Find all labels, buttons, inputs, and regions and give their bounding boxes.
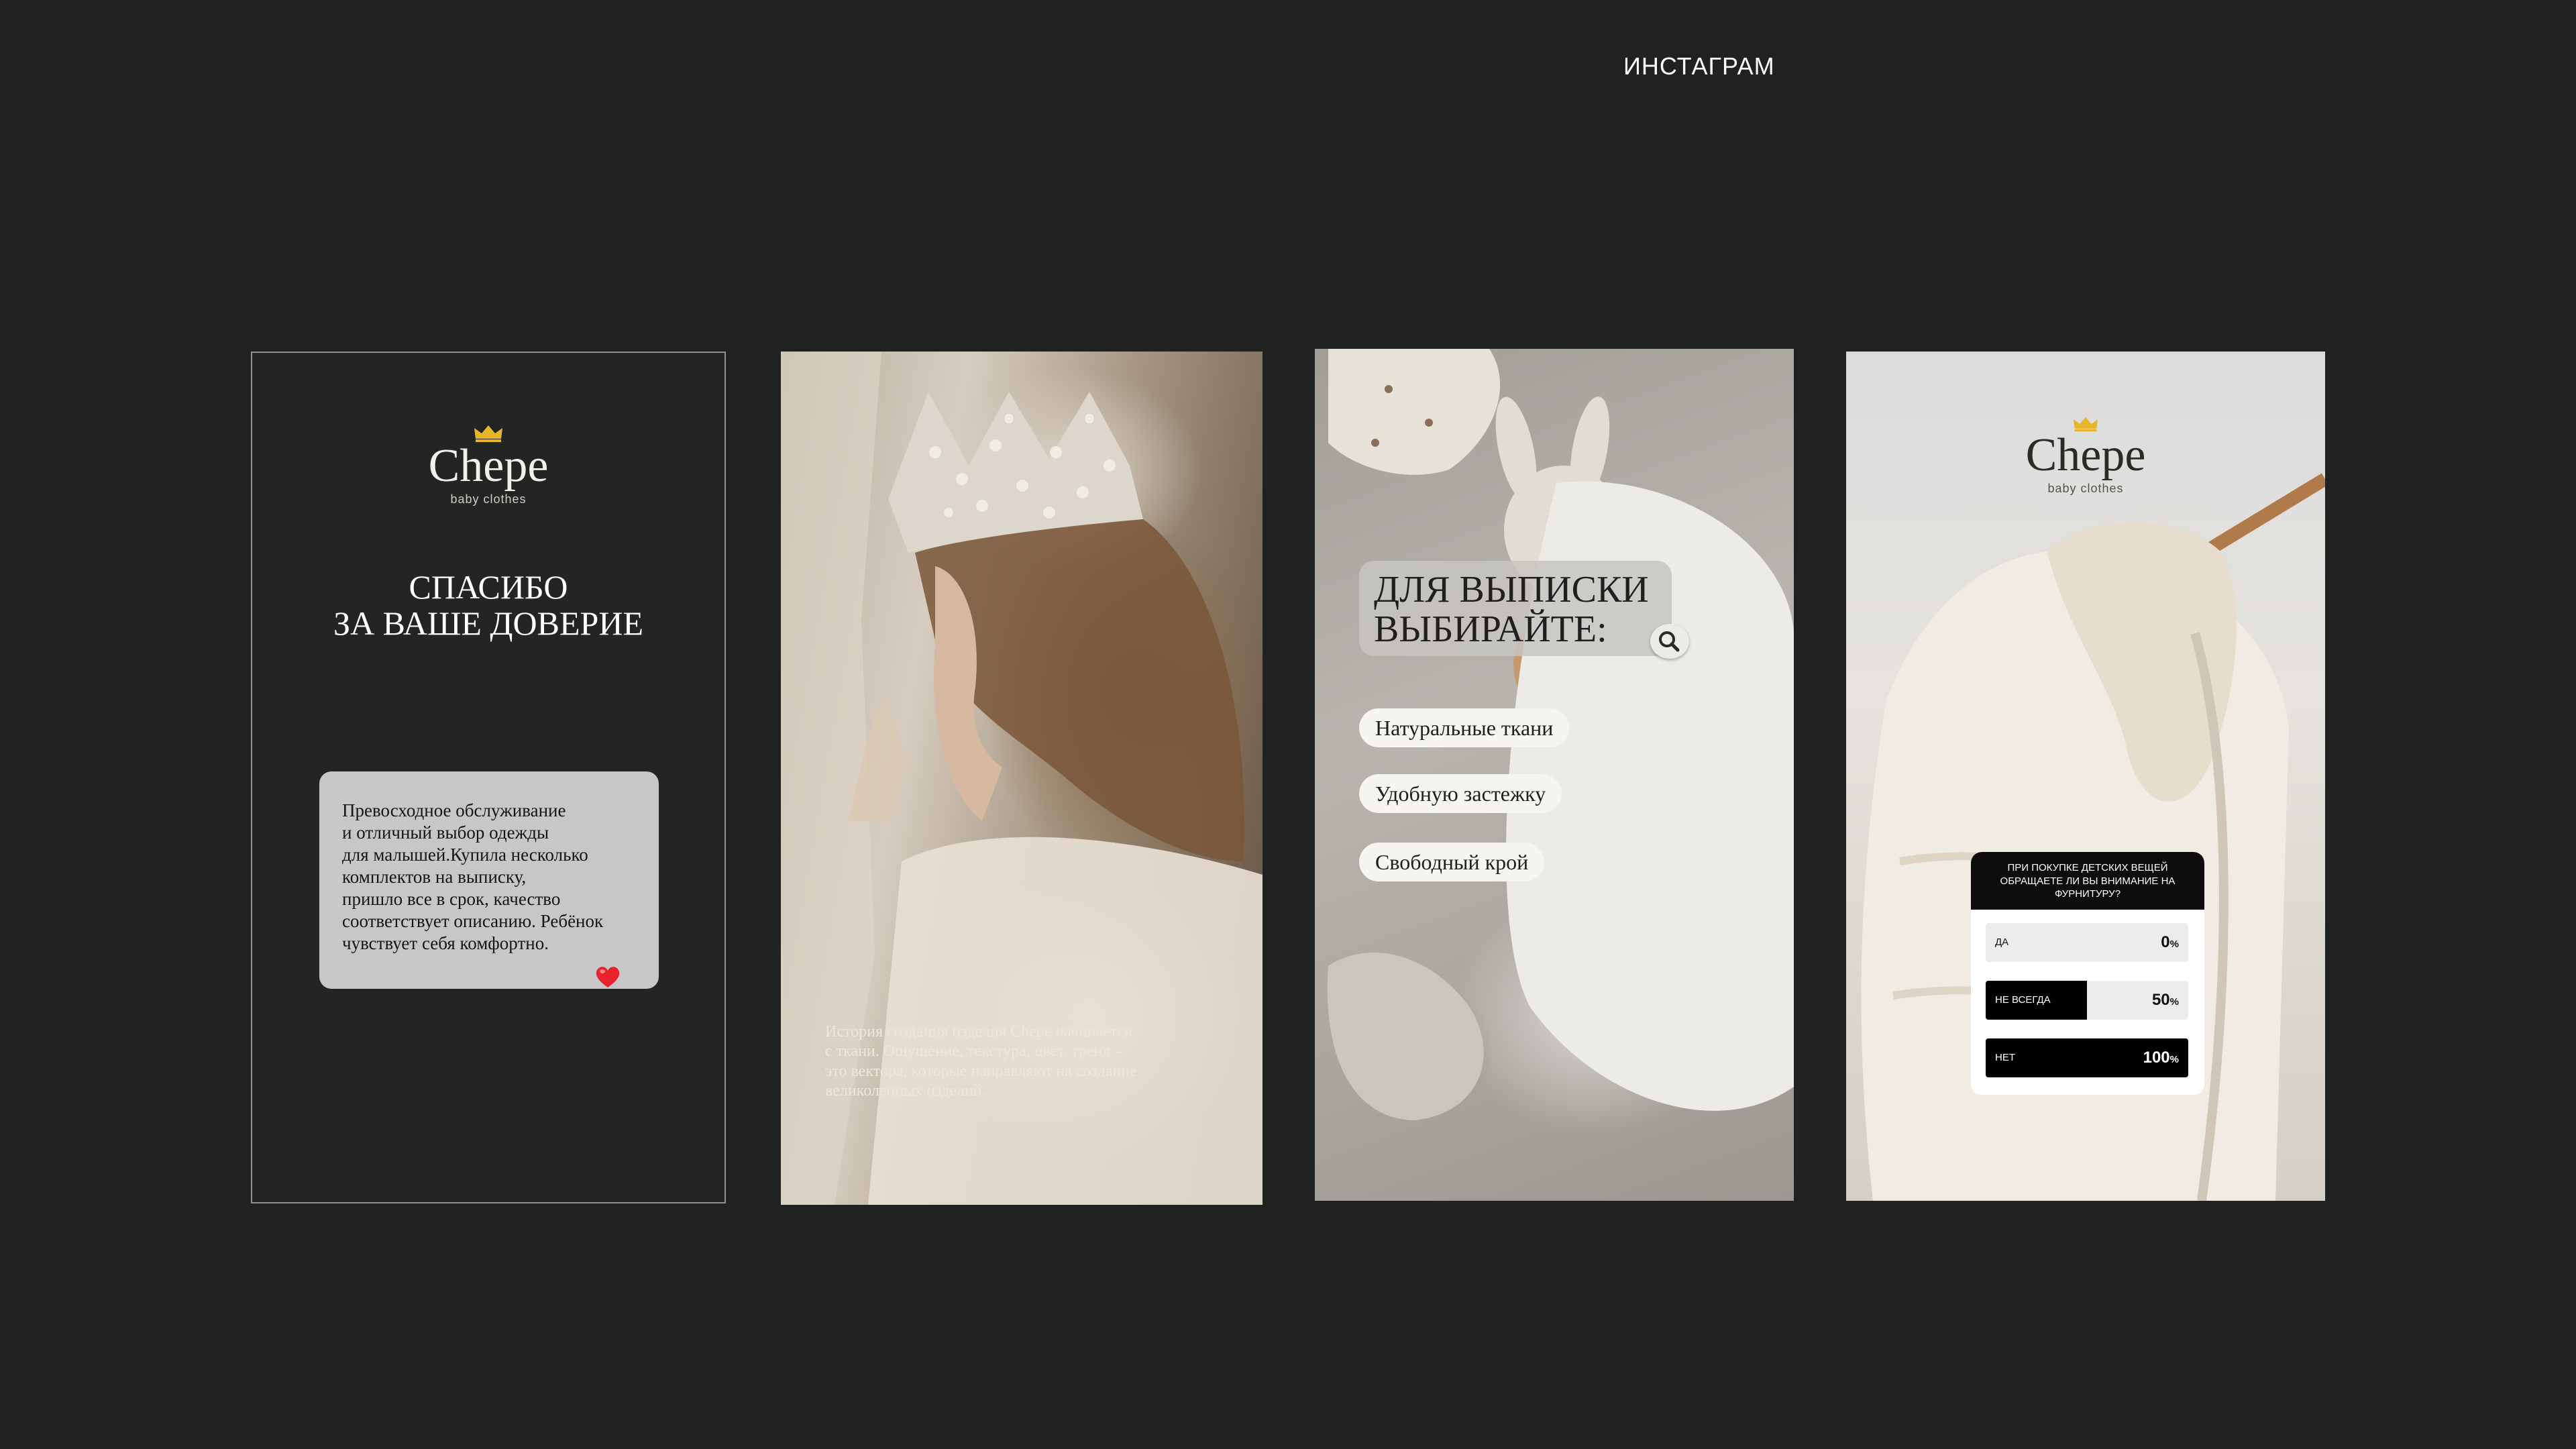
story-poll[interactable]: Chepe baby clothes ПРИ ПОКУПКЕ ДЕТСКИХ В… <box>1846 352 2325 1201</box>
brand-tagline: baby clothes <box>450 492 527 506</box>
story-photo-girl-crown[interactable]: История создания изделия Chepe начинаетс… <box>781 352 1263 1205</box>
option-loose-cut[interactable]: Свободный крой <box>1359 843 1545 881</box>
poll-option-percent: 50% <box>2151 991 2179 1009</box>
option-convenient-fastener[interactable]: Удобную застежку <box>1359 774 1562 813</box>
brand-name: Chepe <box>2025 429 2146 481</box>
poll-card: ПРИ ПОКУПКЕ ДЕТСКИХ ВЕЩЕЙ ОБРАЩАЕТЕ ЛИ В… <box>1971 852 2204 1095</box>
poll-option-label: НЕТ <box>1995 1052 2015 1063</box>
poll-option-percent: 100% <box>2143 1049 2179 1067</box>
checklist-title: ДЛЯ ВЫПИСКИ ВЫБИРАЙТЕ: <box>1359 561 1689 659</box>
poll-question: ПРИ ПОКУПКЕ ДЕТСКИХ ВЕЩЕЙ ОБРАЩАЕТЕ ЛИ В… <box>1971 852 2204 910</box>
brand-logo: Chepe baby clothes <box>252 424 724 506</box>
magnifier-icon <box>1659 631 1680 652</box>
brand-name: Chepe <box>428 440 549 492</box>
brand-tagline: baby clothes <box>2047 482 2124 495</box>
review-card: Превосходное обслуживание и отличный выб… <box>319 771 659 989</box>
story-checklist[interactable]: ДЛЯ ВЫПИСКИ ВЫБИРАЙТЕ: Натуральные ткани… <box>1315 349 1794 1201</box>
poll-option-no[interactable]: НЕТ 100% <box>1986 1038 2188 1077</box>
story-caption: История создания изделия Chepe начинаетс… <box>825 1023 1137 1099</box>
poll-option-percent: 0% <box>2161 933 2179 951</box>
option-natural-fabrics[interactable]: Натуральные ткани <box>1359 708 1570 747</box>
search-badge[interactable] <box>1650 624 1689 659</box>
brand-logo: Chepe baby clothes <box>1846 416 2325 496</box>
poll-option-label: НЕ ВСЕГДА <box>1995 994 2051 1006</box>
thank-you-heading: СПАСИБО ЗА ВАШЕ ДОВЕРИЕ <box>333 568 643 642</box>
story-thank-you[interactable]: Chepe baby clothes СПАСИБО ЗА ВАШЕ ДОВЕР… <box>251 352 726 1203</box>
poll-option-yes[interactable]: ДА 0% <box>1986 923 2188 962</box>
page-title: ИНСТАГРАМ <box>1623 52 1775 80</box>
heart-icon[interactable] <box>594 965 621 989</box>
poll-option-not-always[interactable]: НЕ ВСЕГДА 50% <box>1986 981 2188 1020</box>
poll-option-label: ДА <box>1995 936 2009 948</box>
